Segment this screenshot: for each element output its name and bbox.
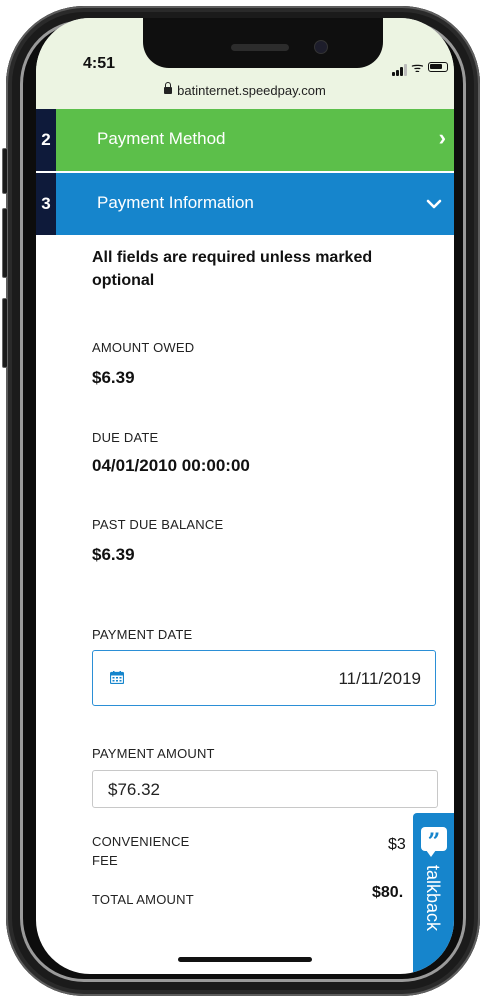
due-date-value: 04/01/2010 00:00:00 [92, 456, 250, 475]
calendar-icon [110, 671, 124, 684]
payment-amount-input[interactable]: $76.32 [92, 770, 438, 808]
step-payment-information[interactable]: 3 Payment Information [36, 173, 454, 235]
volume-down-button [2, 298, 8, 368]
step-number: 2 [36, 109, 56, 171]
front-camera [314, 40, 328, 54]
wifi-icon: ᯤ [411, 59, 424, 75]
lock-icon [164, 82, 173, 94]
phone-screen: 4:51 ᯤ batinternet.speedpay.com 2 Paymen… [36, 18, 454, 974]
payment-date-label: PAYMENT DATE [92, 627, 193, 642]
talkback-button[interactable]: ” talkback [413, 813, 454, 974]
step-number: 3 [36, 173, 56, 235]
payment-date-input[interactable]: 11/11/2019 [92, 650, 436, 706]
past-due-balance-label: PAST DUE BALANCE [92, 517, 224, 532]
amount-owed-label: AMOUNT OWED [92, 340, 195, 355]
step-label: Payment Information [97, 193, 254, 212]
chevron-down-icon [426, 199, 442, 209]
status-bar: 4:51 ᯤ batinternet.speedpay.com [36, 18, 454, 109]
due-date-label: DUE DATE [92, 430, 159, 445]
url-text: batinternet.speedpay.com [177, 83, 326, 98]
convenience-fee-value: $3 [388, 836, 406, 853]
total-amount-label: TOTAL AMOUNT [92, 892, 194, 907]
mute-switch [2, 148, 8, 194]
required-fields-note: All fields are required unless marked op… [92, 249, 373, 289]
talkback-label: talkback [423, 865, 443, 932]
quote-icon: ” [421, 827, 447, 857]
step-label: Payment Method [97, 129, 226, 148]
payment-amount-label: PAYMENT AMOUNT [92, 746, 215, 761]
total-amount-value: $80. [372, 884, 404, 901]
chevron-right-icon: › [438, 125, 446, 150]
address-bar[interactable]: batinternet.speedpay.com [36, 82, 454, 98]
convenience-fee-label-line1: CONVENIENCE [92, 834, 190, 849]
amount-owed-value: $6.39 [92, 368, 135, 387]
step-payment-method[interactable]: 2 Payment Method › [36, 109, 454, 171]
signal-icon [392, 64, 408, 76]
past-due-balance-value: $6.39 [92, 545, 135, 564]
volume-up-button [2, 208, 8, 278]
payment-date-value: 11/11/2019 [338, 669, 421, 688]
home-indicator[interactable] [178, 957, 312, 962]
notch [143, 18, 383, 68]
battery-icon [428, 62, 448, 72]
payment-amount-value: $76.32 [108, 780, 160, 799]
convenience-fee-label-line2: FEE [92, 853, 118, 868]
status-time: 4:51 [83, 55, 116, 72]
speaker-grille [231, 44, 289, 51]
